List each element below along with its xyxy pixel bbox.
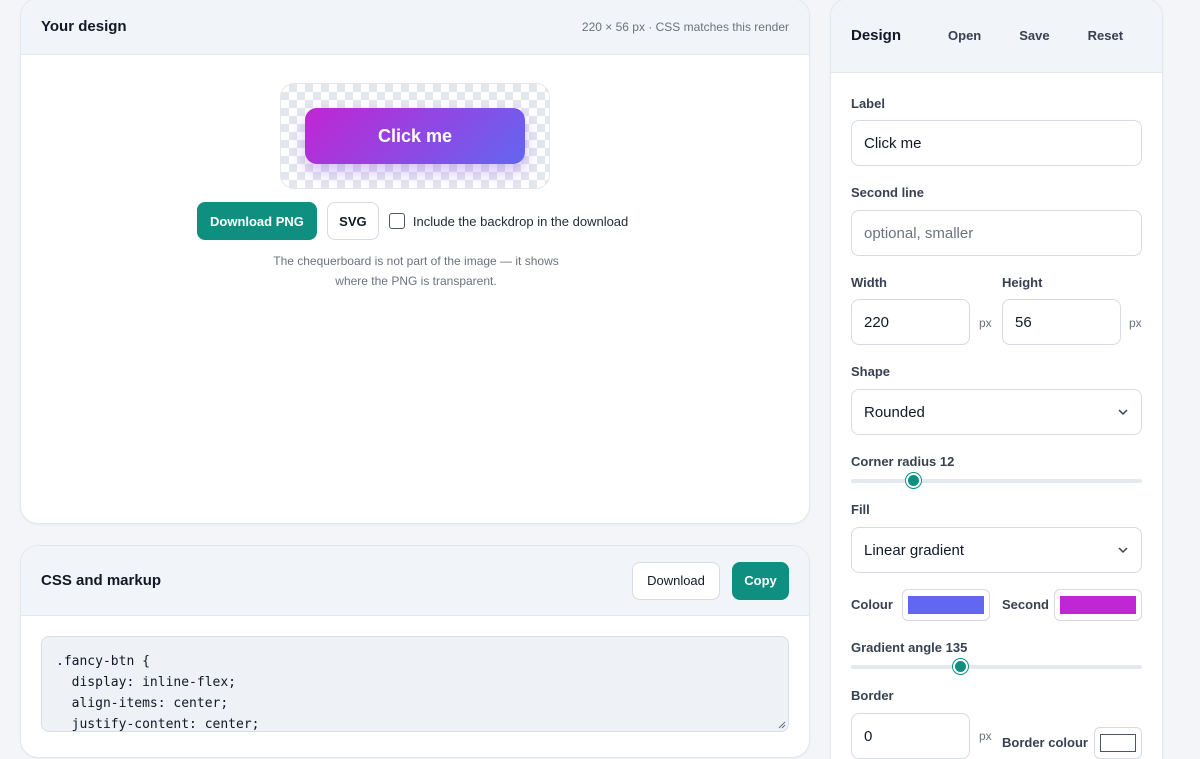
border-colour-picker[interactable] <box>1094 727 1142 759</box>
border-width-input[interactable]: 0 <box>851 713 970 759</box>
hint-line-1: The chequerboard is not part of the imag… <box>273 254 559 268</box>
corner-radius-slider[interactable] <box>851 473 1142 488</box>
fill-select[interactable]: Linear gradient <box>851 527 1142 573</box>
fill-field-label: Fill <box>851 502 870 517</box>
design-preview-card: Your design 220 × 56 px · CSS matches th… <box>20 0 810 524</box>
second-colour-swatch <box>1060 596 1136 614</box>
chevron-down-icon <box>1118 547 1128 554</box>
border-width-value: 0 <box>864 727 873 745</box>
css-markup-card: CSS and markup Download Copy .fancy-btn … <box>20 545 810 758</box>
download-actions: Download PNG SVG Include the backdrop in… <box>197 202 628 240</box>
design-card-header: Your design 220 × 56 px · CSS matches th… <box>21 0 809 55</box>
label-input[interactable]: Click me <box>851 120 1142 166</box>
shape-select[interactable]: Rounded <box>851 389 1142 435</box>
width-field-label: Width <box>851 275 887 290</box>
open-button[interactable]: Open <box>948 28 981 43</box>
height-unit: px <box>1129 316 1142 330</box>
css-code-text: .fancy-btn { display: inline-flex; align… <box>56 654 260 732</box>
shape-select-value: Rounded <box>864 403 925 421</box>
second-colour-picker[interactable] <box>1054 589 1142 621</box>
gradient-angle-slider[interactable] <box>851 659 1142 674</box>
width-input[interactable]: 220 <box>851 299 970 345</box>
corner-radius-label: Corner radius 12 <box>851 454 955 469</box>
fill-select-value: Linear gradient <box>864 541 965 559</box>
height-field-label: Height <box>1002 275 1043 290</box>
colour-label: Colour <box>851 597 893 612</box>
download-css-button[interactable]: Download <box>632 561 720 600</box>
preview-button[interactable]: Click me <box>305 108 525 164</box>
resize-grip-icon[interactable] <box>778 721 786 729</box>
css-code-textarea[interactable]: .fancy-btn { display: inline-flex; align… <box>41 636 789 732</box>
design-settings-panel: Design Open Save Reset Label Click me Se… <box>830 0 1163 759</box>
css-card-actions: Download Copy <box>632 561 789 600</box>
chevron-down-icon <box>1118 409 1128 416</box>
copy-css-button[interactable]: Copy <box>732 561 789 600</box>
gradient-angle-thumb[interactable] <box>953 659 969 674</box>
preview-button-label: Click me <box>377 125 453 146</box>
panel-title: Design <box>851 27 902 44</box>
render-size-meta: 220 × 56 px · CSS matches this render <box>581 19 789 34</box>
include-backdrop-checkbox[interactable] <box>388 213 405 229</box>
colour-picker[interactable] <box>902 589 990 621</box>
css-card-title: CSS and markup <box>41 572 162 589</box>
border-colour-swatch <box>1100 734 1136 752</box>
height-input[interactable]: 56 <box>1002 299 1121 345</box>
css-card-header: CSS and markup Download Copy <box>21 546 809 616</box>
shape-field-label: Shape <box>851 364 891 379</box>
label-field-label: Label <box>851 96 885 111</box>
colour-swatch <box>908 596 984 614</box>
hint-line-2: where the PNG is transparent. <box>335 274 497 288</box>
border-field-label: Border <box>851 688 894 703</box>
label-input-value: Click me <box>864 134 922 152</box>
corner-radius-thumb[interactable] <box>906 473 922 488</box>
transparency-checkerboard: Click me <box>280 83 550 189</box>
second-line-field-label: Second line <box>851 185 924 200</box>
include-backdrop-option[interactable]: Include the backdrop in the download <box>388 213 629 229</box>
transparency-hint: The chequerboard is not part of the imag… <box>21 251 809 291</box>
save-button[interactable]: Save <box>1019 28 1049 43</box>
border-colour-label: Border colour <box>1002 735 1088 750</box>
width-input-value: 220 <box>864 313 890 331</box>
second-line-input[interactable]: optional, smaller <box>851 210 1142 256</box>
height-input-value: 56 <box>1015 313 1032 331</box>
panel-header: Design Open Save Reset <box>831 0 1162 73</box>
second-colour-label: Second <box>1002 597 1049 612</box>
download-png-button[interactable]: Download PNG <box>197 202 317 240</box>
gradient-angle-label: Gradient angle 135 <box>851 640 968 655</box>
reset-button[interactable]: Reset <box>1088 28 1123 43</box>
second-line-placeholder: optional, smaller <box>864 224 974 242</box>
design-card-title: Your design <box>41 18 127 35</box>
width-unit: px <box>979 316 992 330</box>
include-backdrop-label: Include the backdrop in the download <box>412 213 629 229</box>
border-unit: px <box>979 729 992 743</box>
download-svg-button[interactable]: SVG <box>326 202 379 240</box>
